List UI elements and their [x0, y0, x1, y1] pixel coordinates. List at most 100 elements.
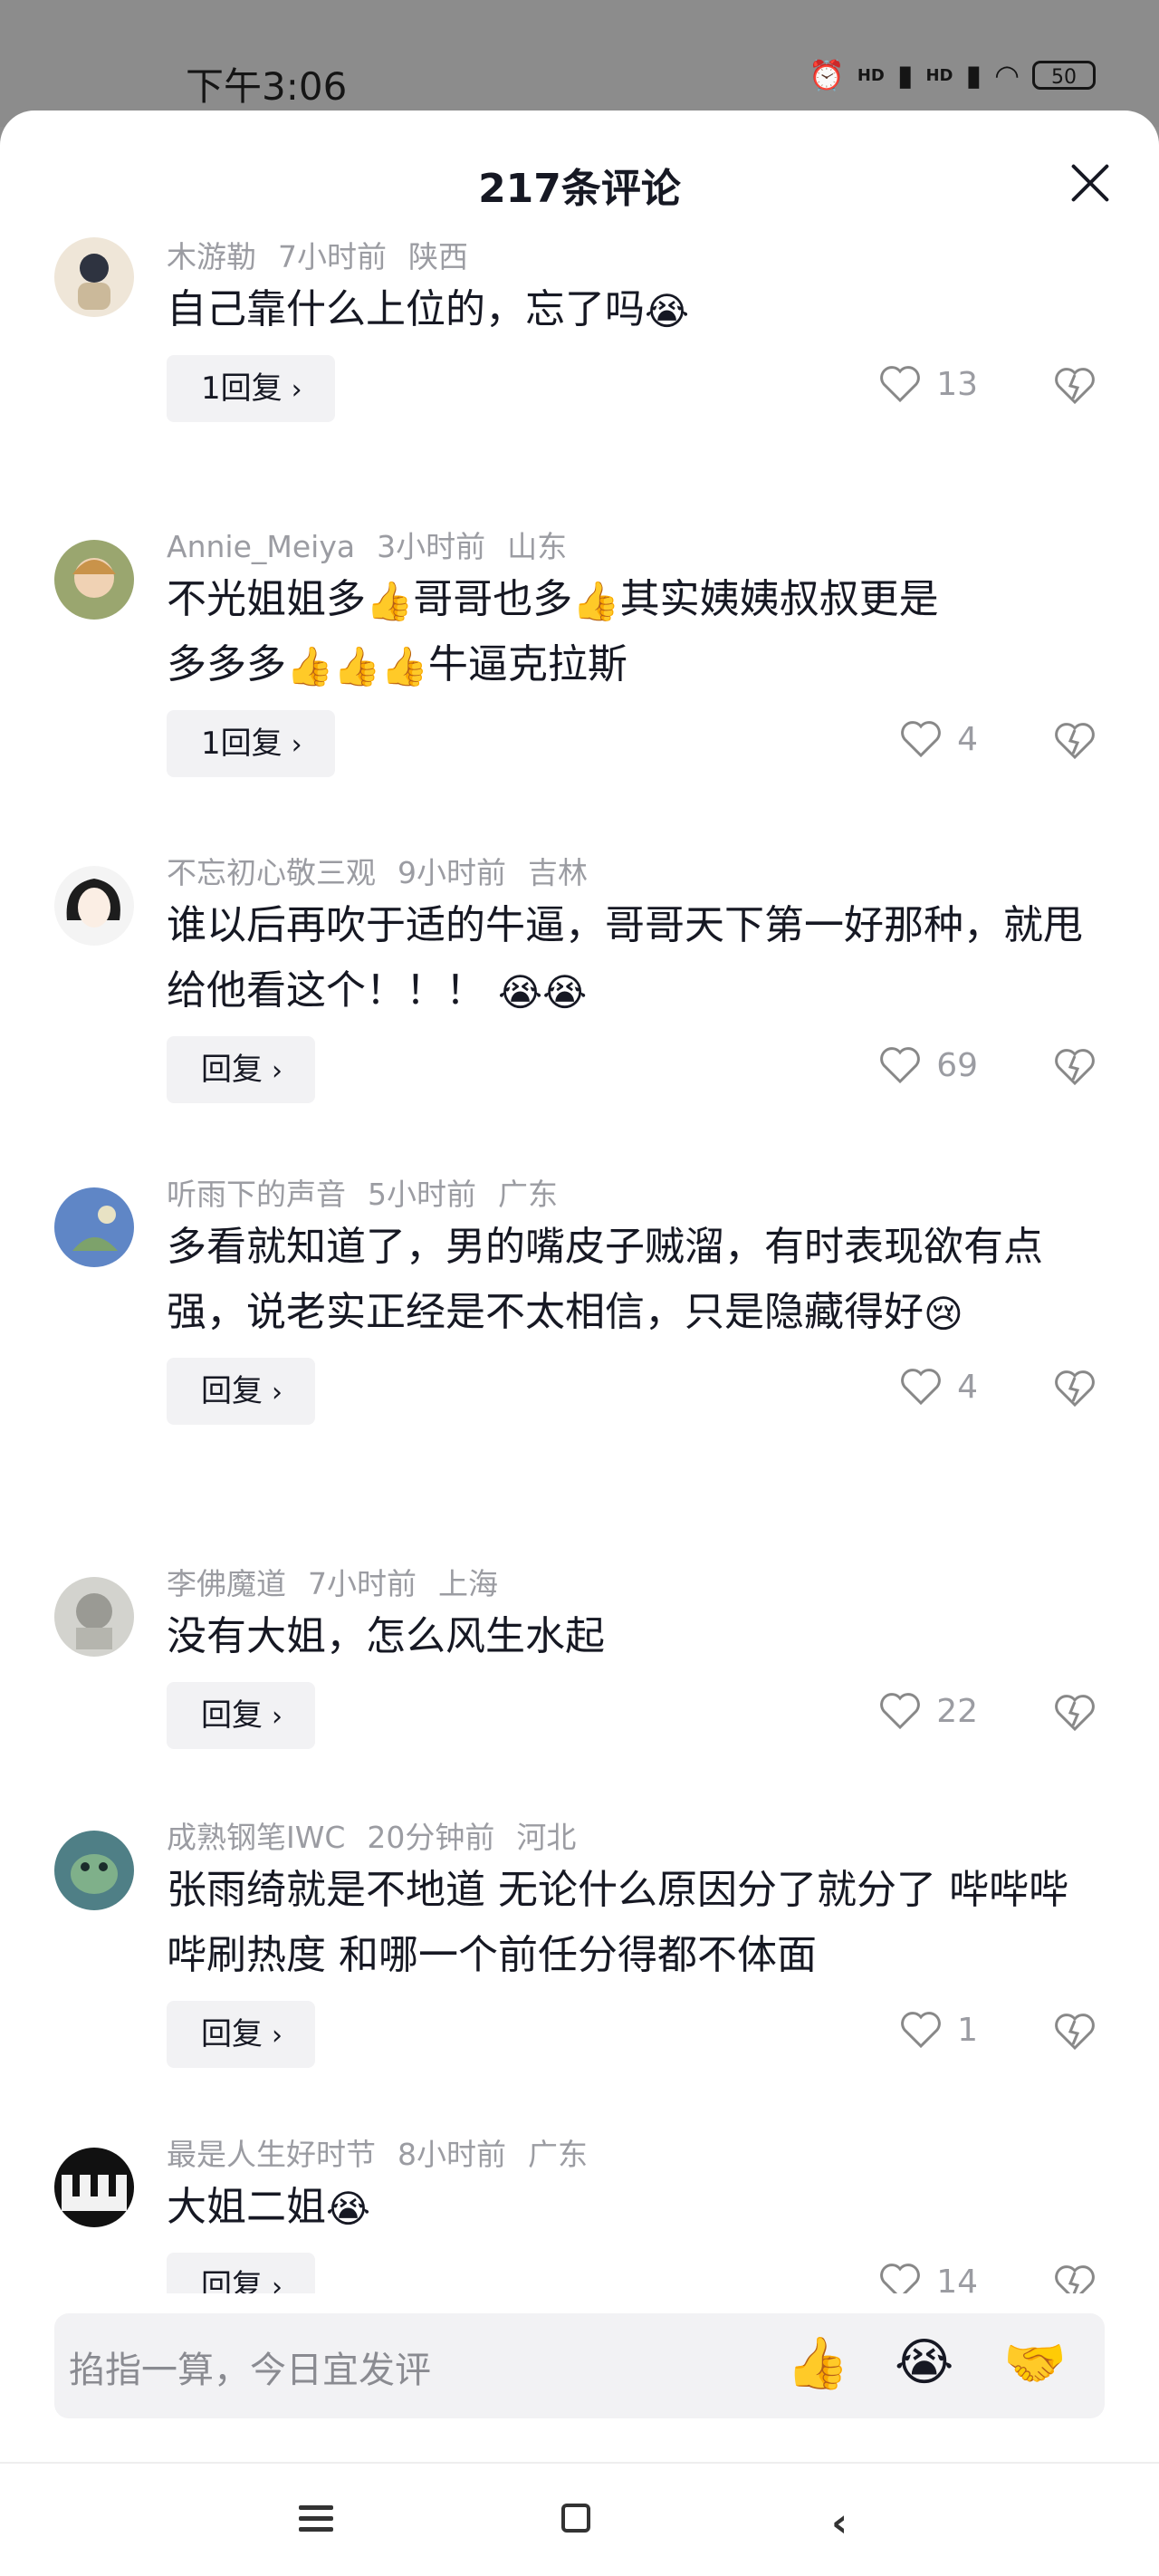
comment-item: 木游勒 7小时前 陕西 自己靠什么上位的，忘了吗😭 1回复 › 13: [0, 237, 1159, 509]
comment-location: 上海: [438, 1566, 498, 1601]
hd-label: HD: [925, 65, 953, 85]
avatar[interactable]: [54, 1831, 134, 1910]
avatar[interactable]: [54, 2148, 134, 2227]
like-button[interactable]: 69: [878, 1045, 978, 1085]
reply-button[interactable]: 回复 ›: [167, 1682, 315, 1749]
reply-button[interactable]: 1回复 ›: [167, 710, 335, 777]
comment-item: 最是人生好时节 8小时前 广东 大姐二姐😭 回复 › 14: [0, 2135, 1159, 2293]
thumbs-up-emoji: 👍: [286, 644, 334, 688]
reply-button[interactable]: 回复 ›: [167, 2001, 315, 2068]
broken-heart-icon[interactable]: [1054, 2012, 1096, 2052]
system-navigation-bar: ‹: [0, 2462, 1159, 2576]
heart-icon: [880, 1047, 921, 1084]
crying-emoji: 😭😭: [498, 970, 588, 1014]
chevron-right-icon: ›: [272, 1701, 283, 1733]
back-icon[interactable]: ‹: [831, 2500, 848, 2546]
thumbs-up-emoji-button[interactable]: 👍: [786, 2333, 849, 2393]
comment-text: 张雨绮就是不地道 无论什么原因分了就分了 哔哔哔哔刷热度 和哪一个前任分得都不体…: [167, 1867, 1068, 1978]
broken-heart-icon[interactable]: [1054, 721, 1096, 761]
broken-heart-icon[interactable]: [1054, 1693, 1096, 1733]
comment-item: 成熟钢笔IWC 20分钟前 河北 张雨绮就是不地道 无论什么原因分了就分了 哔哔哔哔…: [0, 1818, 1159, 2135]
comment-text: 大姐二姐😭: [167, 2184, 371, 2231]
comment-input-placeholder: 掐指一算，今日宜发评: [69, 2350, 431, 2391]
comment-meta: 木游勒 7小时前 陕西: [167, 237, 1105, 277]
like-button[interactable]: 4: [899, 1367, 978, 1407]
comment-item: 听雨下的声音 5小时前 广东 多看就知道了，男的嘴皮子贼溜，有时表现欲有点强，说老实…: [0, 1175, 1159, 1564]
crying-emoji-button[interactable]: 😭: [895, 2333, 953, 2392]
comment-meta: 李佛魔道 7小时前 上海: [167, 1564, 1105, 1604]
comment-item: Annie_Meiya 3小时前 山东 不光姐姐多👍哥哥也多👍其实姨姨叔叔更是 多多…: [0, 527, 1159, 853]
chevron-right-icon: ›: [272, 1055, 283, 1087]
avatar[interactable]: [54, 540, 134, 620]
comment-actions: 1回复 › 4: [167, 710, 1105, 779]
reply-button[interactable]: 回复 ›: [167, 2253, 315, 2293]
comment-username[interactable]: Annie_Meiya: [167, 529, 355, 564]
menu-icon[interactable]: [299, 2505, 333, 2538]
broken-heart-icon[interactable]: [1054, 1369, 1096, 1408]
status-time: 下午3:06: [186, 64, 348, 109]
like-count: 1: [957, 2011, 978, 2049]
avatar[interactable]: [54, 237, 134, 317]
comment-location: 广东: [528, 2137, 588, 2172]
comment-username[interactable]: 李佛魔道: [167, 1566, 286, 1601]
chevron-right-icon: ›: [291, 729, 302, 761]
avatar[interactable]: [54, 1577, 134, 1657]
broken-heart-icon[interactable]: [1054, 1047, 1096, 1087]
comment-actions: 回复 › 4: [167, 1358, 1105, 1427]
battery-indicator: 50: [1032, 61, 1096, 90]
heart-icon: [880, 2264, 921, 2293]
alarm-icon: ⏰: [808, 58, 845, 92]
chevron-right-icon: ›: [272, 1377, 283, 1408]
thumbs-up-emoji: 👍: [333, 644, 381, 688]
comment-location: 陕西: [408, 239, 468, 274]
broken-heart-icon[interactable]: [1054, 2264, 1096, 2293]
thumbs-up-emoji: 👍: [572, 579, 620, 623]
like-button[interactable]: 13: [878, 364, 978, 404]
comment-username[interactable]: 听雨下的声音: [167, 1177, 346, 1212]
comment-item: 李佛魔道 7小时前 上海 没有大姐，怎么风生水起 回复 › 22: [0, 1564, 1159, 1818]
comment-username[interactable]: 成熟钢笔IWC: [167, 1820, 345, 1855]
comment-time: 3小时前: [377, 529, 486, 564]
reply-button[interactable]: 回复 ›: [167, 1358, 315, 1425]
broken-heart-icon[interactable]: [1054, 366, 1096, 406]
comment-list[interactable]: 木游勒 7小时前 陕西 自己靠什么上位的，忘了吗😭 1回复 › 13 Annie_Me…: [0, 237, 1159, 2293]
handshake-emoji-button[interactable]: 🤝: [1003, 2333, 1067, 2393]
comment-location: 山东: [507, 529, 568, 564]
comment-username[interactable]: 最是人生好时节: [167, 2137, 376, 2172]
heart-icon: [880, 366, 921, 403]
like-button[interactable]: 14: [878, 2262, 978, 2293]
like-button[interactable]: 4: [899, 719, 978, 759]
reply-button[interactable]: 回复 ›: [167, 1036, 315, 1103]
like-button[interactable]: 22: [878, 1691, 978, 1731]
comment-actions: 回复 › 22: [167, 1682, 1105, 1751]
comment-input[interactable]: 掐指一算，今日宜发评 👍 😭 🤝: [54, 2313, 1105, 2418]
comment-meta: 最是人生好时节 8小时前 广东: [167, 2135, 1105, 2175]
comment-meta: 不忘初心敬三观 9小时前 吉林: [167, 853, 1105, 893]
hd-label: HD: [857, 65, 885, 85]
home-icon[interactable]: [561, 2504, 590, 2533]
comment-time: 7小时前: [278, 239, 387, 274]
comment-username[interactable]: 木游勒: [167, 239, 256, 274]
thumbs-up-emoji: 👍: [366, 579, 414, 623]
comment-actions: 回复 › 14: [167, 2253, 1105, 2293]
comment-username[interactable]: 不忘初心敬三观: [167, 855, 376, 890]
comment-time: 20分钟前: [367, 1820, 495, 1855]
avatar[interactable]: [54, 866, 134, 946]
avatar[interactable]: [54, 1187, 134, 1267]
like-button[interactable]: 1: [899, 2010, 978, 2050]
status-bar: 下午3:06 ⏰ HD ▮ HD ▮ ◠ 50: [0, 0, 1159, 127]
comment-text: 多看就知道了，男的嘴皮子贼溜，有时表现欲有点强，说老实正经是不太相信，只是隐藏得…: [167, 1224, 1043, 1336]
chevron-right-icon: ›: [272, 2272, 283, 2293]
thumbs-up-emoji: 👍: [380, 644, 428, 688]
comment-time: 9小时前: [398, 855, 506, 890]
crying-emoji: 😭: [645, 289, 690, 333]
comment-meta: Annie_Meiya 3小时前 山东: [167, 527, 1105, 567]
comment-count-title: 217条评论: [478, 166, 681, 212]
like-count: 14: [936, 2263, 978, 2294]
reply-button[interactable]: 1回复 ›: [167, 355, 335, 422]
comment-location: 河北: [516, 1820, 577, 1855]
close-icon[interactable]: [1068, 161, 1112, 205]
like-count: 4: [957, 1368, 978, 1406]
like-count: 13: [936, 365, 978, 403]
comment-time: 7小时前: [308, 1566, 417, 1601]
